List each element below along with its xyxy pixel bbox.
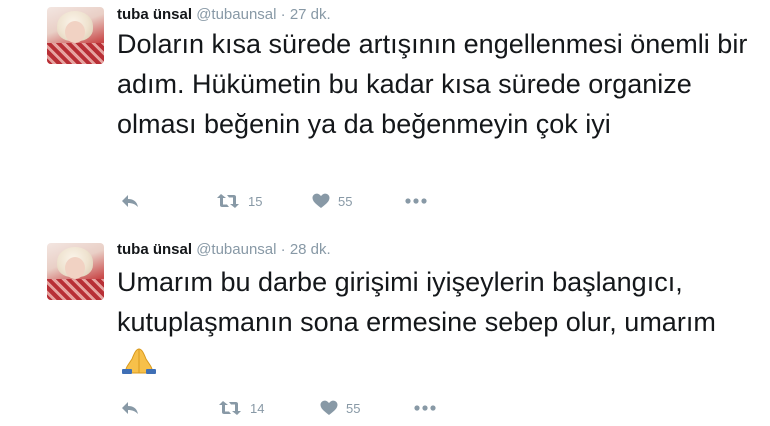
retweet-count: 15 xyxy=(248,193,263,209)
retweet-icon xyxy=(219,401,241,415)
like-count: 55 xyxy=(338,193,353,209)
folded-hands-emoji xyxy=(122,348,156,374)
separator: · xyxy=(280,241,286,258)
reply-icon xyxy=(122,195,138,207)
like-count: 55 xyxy=(346,400,361,416)
timestamp[interactable]: 27 dk. xyxy=(290,6,331,23)
user-name[interactable]: tuba ünsal xyxy=(117,6,192,23)
more-button[interactable] xyxy=(404,193,428,209)
retweet-icon xyxy=(217,194,239,208)
user-name[interactable]: tuba ünsal xyxy=(117,241,192,258)
more-icon xyxy=(405,198,427,204)
reply-icon xyxy=(122,402,138,414)
avatar[interactable] xyxy=(47,7,104,64)
like-button[interactable]: 55 xyxy=(320,400,360,416)
heart-icon xyxy=(312,193,330,208)
avatar[interactable] xyxy=(47,243,104,300)
timestamp[interactable]: 28 dk. xyxy=(290,241,331,258)
retweet-button[interactable]: 14 xyxy=(218,400,264,416)
tweet-text-body: Umarım bu darbe girişimi iyişeylerin baş… xyxy=(117,267,716,337)
reply-button[interactable] xyxy=(121,193,139,209)
tweet-header: tuba ünsal @tubaunsal · 28 dk. xyxy=(117,241,331,258)
separator: · xyxy=(280,6,286,23)
tweet-header: tuba ünsal @tubaunsal · 27 dk. xyxy=(117,6,331,23)
tweet-text: Doların kısa sürede artışının engellenme… xyxy=(117,29,748,139)
reply-button[interactable] xyxy=(121,400,139,416)
user-handle[interactable]: @tubaunsal xyxy=(196,241,276,258)
retweet-count: 14 xyxy=(250,400,265,416)
heart-icon xyxy=(320,400,338,415)
more-button[interactable] xyxy=(413,400,437,416)
tweet-text: Umarım bu darbe girişimi iyişeylerin baş… xyxy=(117,262,757,382)
more-icon xyxy=(414,405,436,411)
retweet-button[interactable]: 15 xyxy=(216,193,262,209)
user-handle[interactable]: @tubaunsal xyxy=(196,6,276,23)
like-button[interactable]: 55 xyxy=(312,193,352,209)
